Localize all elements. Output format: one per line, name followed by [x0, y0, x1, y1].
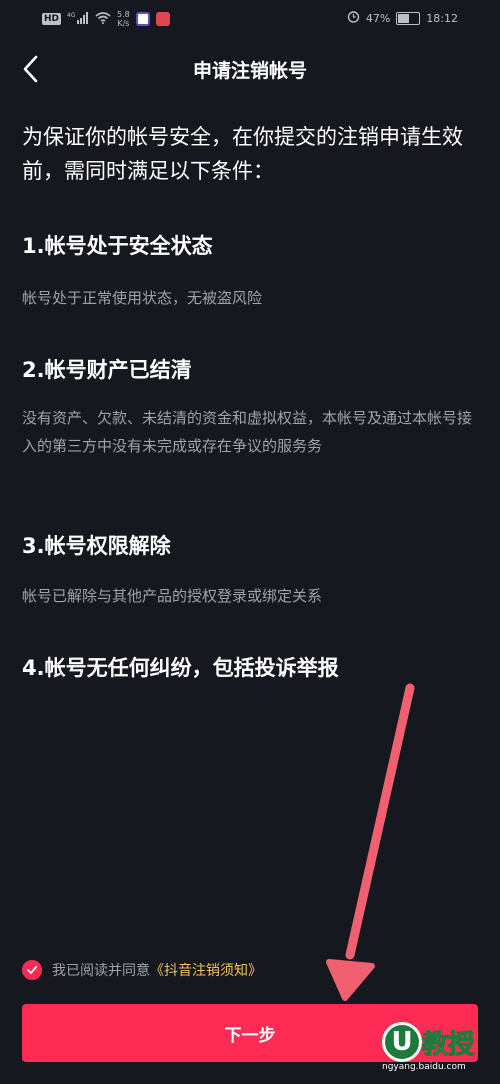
condition-2-title: 2.帐号财产已结清 [22, 358, 192, 382]
page-title: 申请注销帐号 [192, 60, 307, 82]
wifi-icon [95, 11, 111, 27]
watermark: U 教授 ngyang.baidu.com [382, 1022, 492, 1076]
alarm-icon [347, 10, 360, 26]
status-bar: HD 4G 5.8 K/s 47% 18:12 [0, 0, 500, 38]
status-right: 47% 18:12 [347, 10, 458, 26]
agree-checkbox[interactable] [22, 960, 42, 980]
app-notification-icon [135, 12, 150, 26]
agreement-row: 我已阅读并同意 《抖音注销须知》 [22, 960, 262, 980]
app-notification-icon-red [155, 12, 170, 26]
watermark-text: 教授 [421, 1030, 475, 1061]
network-speed: 5.8 K/s [117, 10, 130, 28]
check-icon [27, 966, 37, 974]
watermark-logo: U [382, 1022, 422, 1062]
battery-level: 47% [365, 11, 391, 25]
signal-icon: 4G [67, 11, 89, 27]
condition-4-title: 4.帐号无任何纠纷，包括投诉举报 [22, 656, 339, 680]
nav-bar: 申请注销帐号 [0, 40, 500, 98]
agreement-link[interactable]: 《抖音注销须知》 [150, 960, 262, 980]
condition-1-desc: 帐号处于正常使用状态，无被盗风险 [22, 289, 263, 307]
condition-3-title: 3.帐号权限解除 [22, 534, 171, 558]
network-speed-value: 5.8 [117, 10, 130, 19]
network-label: 4G [67, 12, 76, 19]
clock: 18:12 [426, 11, 458, 25]
intro-text: 为保证你的帐号安全，在你提交的注销申请生效前，需同时满足以下条件： [22, 125, 463, 183]
watermark-url: ngyang.baidu.com [382, 1062, 466, 1072]
battery-icon [396, 11, 421, 25]
condition-1-title: 1.帐号处于安全状态 [22, 234, 213, 258]
agreement-text: 我已阅读并同意 [52, 963, 150, 979]
hd-badge: HD [42, 13, 62, 25]
condition-3-desc: 帐号已解除与其他产品的授权登录或绑定关系 [22, 587, 323, 605]
network-speed-unit: K/s [117, 19, 130, 28]
status-left: HD 4G 5.8 K/s [42, 10, 170, 28]
condition-2-desc: 没有资产、欠款、未结清的资金和虚拟权益，本帐号及通过本帐号接入的第三方中没有未完… [22, 409, 473, 455]
